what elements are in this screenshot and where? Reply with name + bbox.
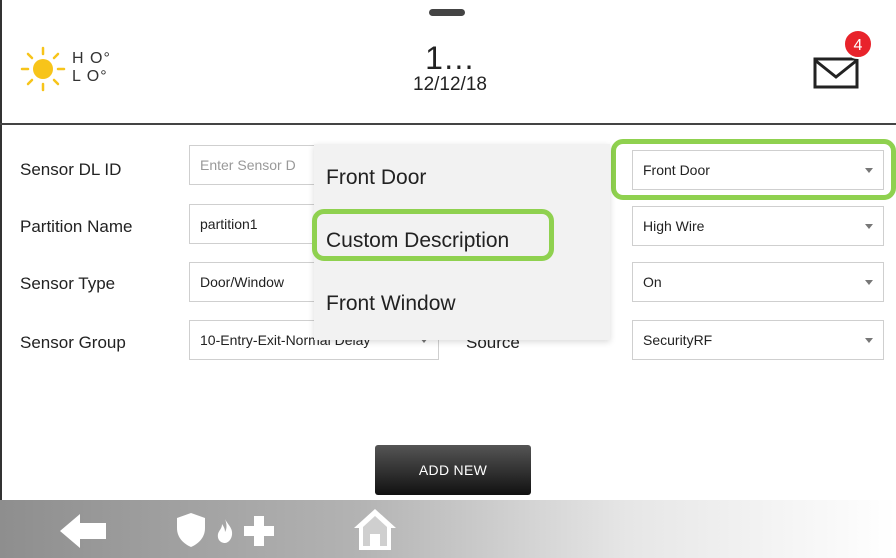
envelope-icon[interactable]: [813, 55, 859, 91]
pull-down-handle[interactable]: [429, 9, 465, 16]
back-arrow-icon[interactable]: [60, 514, 108, 548]
dropdown-option-front-door[interactable]: Front Door: [326, 166, 426, 190]
chevron-down-icon: [865, 338, 873, 343]
wiring-select-value: High Wire: [643, 218, 705, 234]
chime-select[interactable]: On: [632, 262, 884, 302]
fire-icon[interactable]: [216, 518, 234, 544]
dropdown-option-front-window[interactable]: Front Window: [326, 292, 456, 316]
clock: 1… 12/12/18: [360, 40, 540, 96]
home-icon[interactable]: [352, 506, 398, 552]
label-sensor-type: Sensor Type: [20, 274, 116, 293]
message-count-badge: 4: [843, 29, 873, 59]
header-divider: [0, 123, 896, 125]
source-select-value: SecurityRF: [643, 332, 713, 348]
add-new-button[interactable]: ADD NEW: [375, 445, 531, 495]
chevron-down-icon: [865, 224, 873, 229]
label-sensor-group: Sensor Group: [20, 333, 126, 352]
clock-date: 12/12/18: [413, 74, 487, 95]
custom-description-highlight: [312, 209, 554, 261]
wiring-select[interactable]: High Wire: [632, 206, 884, 246]
chevron-down-icon: [865, 280, 873, 285]
weather-widget[interactable]: H O° L O°: [20, 46, 160, 92]
description-select-highlight: [611, 139, 896, 200]
temp-low: L O°: [72, 68, 108, 85]
temp-high: H O°: [72, 50, 111, 67]
clock-time: 1…: [425, 40, 475, 70]
chime-select-value: On: [643, 274, 662, 290]
sun-icon: [20, 46, 66, 92]
label-partition-name: Partition Name: [20, 217, 133, 236]
label-sensor-dl-id: Sensor DL ID: [20, 160, 122, 179]
shield-icon[interactable]: [176, 512, 206, 548]
medical-plus-icon[interactable]: [244, 516, 274, 546]
source-select[interactable]: SecurityRF: [632, 320, 884, 360]
bottom-navbar: [0, 500, 896, 558]
